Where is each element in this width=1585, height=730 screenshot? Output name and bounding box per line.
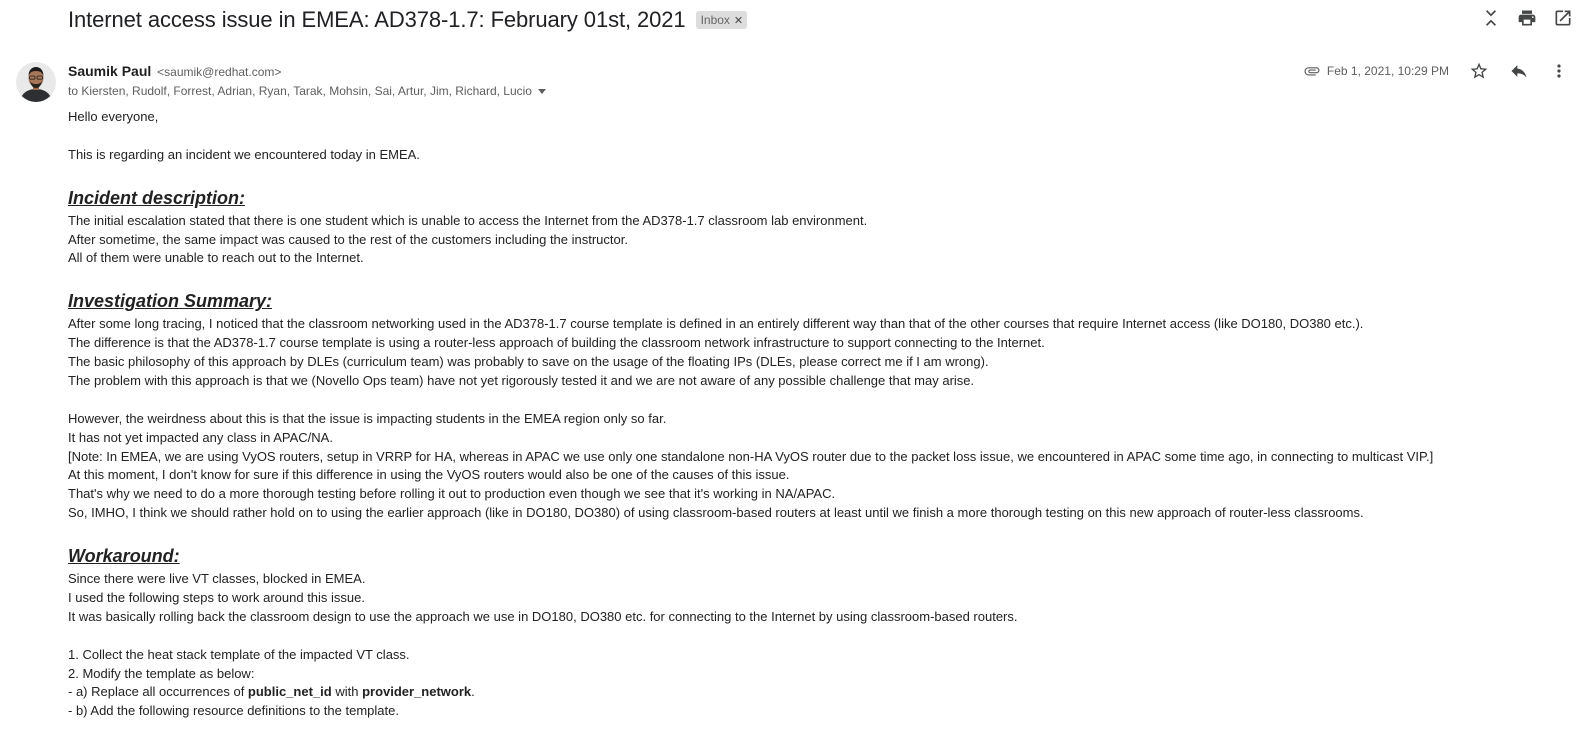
workaround-heading: Workaround: — [68, 546, 180, 567]
incident-line: After sometime, the same impact was caus… — [68, 231, 628, 247]
inbox-label-chip[interactable]: Inbox ✕ — [695, 11, 748, 29]
thread-actions — [1481, 8, 1573, 28]
star-icon[interactable] — [1469, 61, 1489, 81]
collapse-all-icon[interactable] — [1481, 8, 1501, 28]
more-vert-icon[interactable] — [1549, 61, 1569, 81]
investigation-line: [Note: In EMEA, we are using VyOS router… — [68, 448, 1434, 464]
investigation-line: However, the weirdness about this is tha… — [68, 410, 667, 426]
investigation-heading: Investigation Summary: — [68, 291, 273, 312]
print-icon[interactable] — [1517, 8, 1537, 28]
investigation-line: So, IMHO, I think we should rather hold … — [68, 505, 1364, 521]
sender-email: <saumik@redhat.com> — [157, 65, 282, 79]
investigation-line: At this moment, I don't know for sure if… — [68, 467, 790, 483]
label-text: Inbox — [700, 13, 730, 27]
incident-line: The initial escalation stated that there… — [68, 212, 868, 228]
workaround-line: Since there were live VT classes, blocke… — [68, 571, 366, 587]
message-body: Hello everyone, This is regarding an inc… — [68, 108, 1568, 721]
recipients-text: to Kiersten, Rudolf, Forrest, Adrian, Ry… — [68, 84, 532, 98]
investigation-line: The problem with this approach is that w… — [68, 372, 975, 388]
close-icon[interactable]: ✕ — [734, 14, 743, 27]
reply-icon[interactable] — [1509, 61, 1529, 81]
step-2a-suffix: . — [471, 684, 475, 700]
workaround-line: I used the following steps to work aroun… — [68, 589, 365, 605]
intro-text: This is regarding an incident we encount… — [68, 146, 420, 162]
greeting: Hello everyone, — [68, 109, 159, 124]
incident-line: All of them were unable to reach out to … — [68, 250, 364, 266]
step-2a-prefix: - a) Replace all occurrences of — [68, 684, 248, 700]
subject-row: Internet access issue in EMEA: AD378-1.7… — [68, 6, 748, 34]
investigation-line: The difference is that the AD378-1.7 cou… — [68, 335, 1045, 351]
incident-heading: Incident description: — [68, 187, 246, 208]
code-provider-network: provider_network — [362, 684, 472, 700]
investigation-line: That's why we need to do a more thorough… — [68, 486, 836, 502]
step-2: 2. Modify the template as below: — [68, 665, 255, 681]
paperclip-icon — [1303, 62, 1321, 80]
recipients-line: to Kiersten, Rudolf, Forrest, Adrian, Ry… — [68, 84, 546, 98]
message-meta: Feb 1, 2021, 10:29 PM — [1303, 61, 1569, 81]
email-subject: Internet access issue in EMEA: AD378-1.7… — [68, 7, 686, 32]
sender-line: Saumik Paul <saumik@redhat.com> — [68, 63, 281, 79]
avatar[interactable] — [16, 62, 56, 102]
step-2a: - a) Replace all occurrences of public_n… — [68, 683, 1568, 702]
step-1: 1. Collect the heat stack template of th… — [68, 646, 410, 662]
message-date: Feb 1, 2021, 10:29 PM — [1326, 64, 1449, 78]
chevron-down-icon[interactable] — [537, 88, 546, 94]
investigation-line: After some long tracing, I noticed that … — [68, 316, 1364, 332]
workaround-line: It was basically rolling back the classr… — [68, 608, 1018, 624]
step-2a-mid: with — [331, 684, 363, 700]
step-2b: - b) Add the following resource definiti… — [68, 703, 399, 719]
code-public-net-id: public_net_id — [247, 684, 332, 700]
investigation-line: The basic philosophy of this approach by… — [68, 354, 989, 370]
sender-name[interactable]: Saumik Paul — [68, 63, 151, 79]
open-in-new-icon[interactable] — [1553, 8, 1573, 28]
investigation-line: It has not yet impacted any class in APA… — [68, 429, 333, 445]
